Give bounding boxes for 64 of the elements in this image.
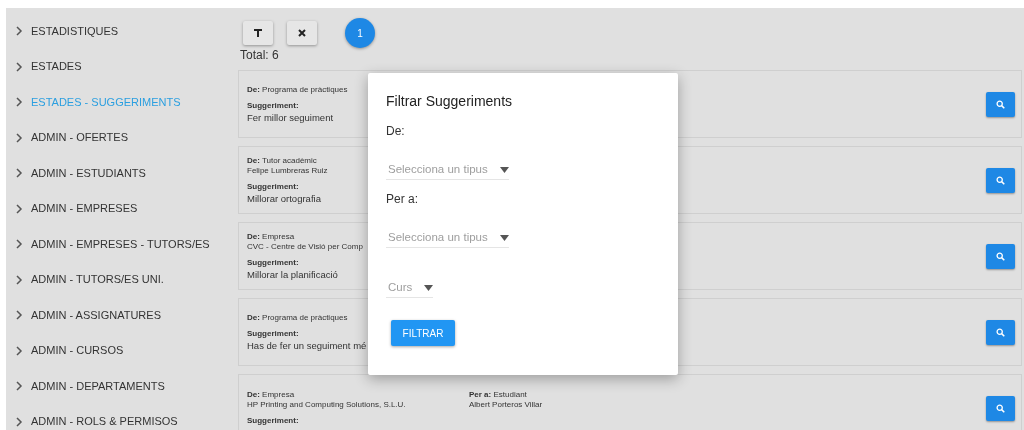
filter-button[interactable]	[243, 21, 273, 45]
search-button[interactable]	[986, 319, 1015, 345]
field-label: Per a:	[386, 191, 419, 208]
suggestion-label: Suggeriment:	[247, 100, 299, 111]
search-icon	[996, 327, 1005, 337]
suggestion-label: Suggeriment:	[247, 416, 299, 426]
clear-button[interactable]	[287, 21, 317, 45]
suggestion-label: Suggeriment:	[247, 257, 299, 268]
chevron-right-icon	[16, 416, 23, 427]
from-text: De: Empresa	[247, 231, 295, 242]
search-icon	[996, 175, 1005, 185]
search-button[interactable]	[986, 167, 1015, 193]
sidebar-item[interactable]: ADMIN - ESTUDIANTS	[31, 164, 146, 182]
sidebar-item[interactable]: ADMIN - ROLS & PERMISOS	[31, 413, 178, 430]
from-name: HP Printing and Computing Solutions, S.L.U.	[247, 400, 406, 410]
search-icon	[996, 403, 1005, 413]
sidebar-item[interactable]: ADMIN - ASSIGNATURES	[31, 306, 161, 324]
suggestion-label: Suggeriment:	[247, 181, 299, 192]
sidebar-item[interactable]: ESTADISTIQUES	[31, 22, 119, 40]
search-icon	[996, 251, 1005, 261]
from-name: CVC - Centre de Visió per Comp	[247, 241, 363, 252]
suggestion-text: Has de fer un seguiment mé	[247, 338, 367, 352]
close-icon	[298, 29, 306, 37]
caret-icon	[499, 234, 509, 241]
chevron-right-icon	[16, 132, 23, 143]
sidebar-item[interactable]: ADMIN - OFERTES	[31, 129, 128, 146]
chevron-right-icon	[16, 26, 23, 36]
chevron-right-icon	[16, 274, 23, 285]
sidebar-item[interactable]: ADMIN - CURSOS	[31, 342, 124, 359]
from-text: De: Empresa	[247, 390, 295, 400]
filter-icon	[254, 29, 262, 37]
suggestion-text: Millorar la planificació	[247, 267, 338, 281]
sidebar-item[interactable]: ESTADES	[31, 58, 82, 75]
search-button[interactable]	[986, 395, 1015, 421]
caret-icon	[499, 166, 509, 173]
chevron-right-icon	[16, 97, 23, 107]
sidebar-item[interactable]: ADMIN - TUTORS/ES UNI.	[31, 271, 164, 288]
caret-icon	[424, 284, 434, 291]
field-label: De:	[386, 123, 406, 140]
suggestion-text: Millorar ortografia	[247, 191, 321, 205]
to-text: Per a: Estudiant	[469, 390, 527, 400]
from-name: Felipe Lumbreras Ruiz	[247, 165, 328, 176]
from-text: De: Tutor acadèmic	[247, 155, 317, 166]
search-icon	[996, 99, 1005, 109]
chevron-right-icon	[16, 168, 23, 178]
chevron-right-icon	[16, 345, 23, 356]
from-text: De: Programa de pràctiques	[247, 312, 348, 323]
chevron-right-icon	[16, 310, 23, 320]
chevron-right-icon	[16, 381, 23, 391]
chevron-right-icon	[16, 61, 23, 72]
chevron-right-icon	[16, 239, 23, 249]
search-button[interactable]	[986, 91, 1015, 117]
from-text: De: Programa de pràctiques	[247, 84, 348, 95]
sidebar-item[interactable]: ADMIN - EMPRESES	[31, 200, 138, 217]
count-badge[interactable]: 1	[345, 18, 375, 48]
dialog-title: Filtrar Suggeriments	[386, 92, 514, 111]
suggestion-text: Fer millor seguiment	[247, 110, 334, 124]
to-name: Albert Porteros Villar	[469, 400, 543, 410]
sidebar-item[interactable]: ADMIN - EMPRESES - TUTORS/ES	[31, 235, 210, 253]
chevron-right-icon	[16, 203, 23, 214]
sidebar-item[interactable]: ADMIN - DEPARTAMENTS	[31, 377, 165, 395]
total-count: Total: 6	[239, 47, 280, 64]
suggestion-label: Suggeriment:	[247, 328, 299, 339]
search-button[interactable]	[986, 243, 1015, 269]
